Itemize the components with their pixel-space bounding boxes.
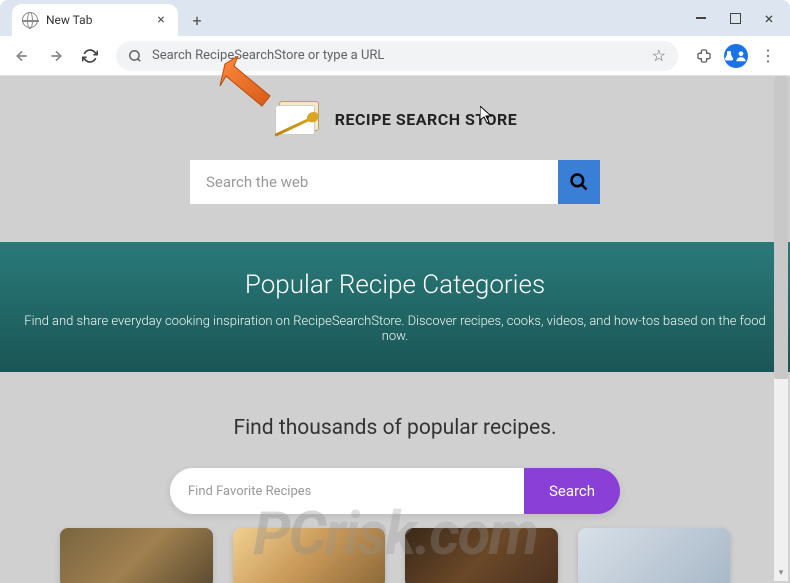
maximize-button[interactable] xyxy=(720,4,750,32)
recipe-card[interactable] xyxy=(405,528,558,583)
search-icon xyxy=(569,172,589,192)
recipe-card[interactable] xyxy=(233,528,386,583)
minimize-button[interactable] xyxy=(686,4,716,32)
page-content: RECIPE SEARCH STORE Search the web Popul… xyxy=(0,76,790,583)
banner-subtitle: Find and share everyday cooking inspirat… xyxy=(20,314,770,344)
recipes-heading: Find thousands of popular recipes. xyxy=(0,416,790,440)
logo-section: RECIPE SEARCH STORE xyxy=(0,76,790,156)
new-tab-button[interactable]: + xyxy=(184,7,210,33)
scroll-thumb[interactable] xyxy=(774,76,788,379)
close-window-button[interactable]: × xyxy=(754,4,784,32)
logo-text: RECIPE SEARCH STORE xyxy=(335,110,518,129)
recipe-search-button[interactable]: Search xyxy=(524,468,620,514)
bookmark-star-icon[interactable]: ☆ xyxy=(652,46,666,65)
globe-icon xyxy=(22,12,38,28)
arrow-right-icon xyxy=(48,48,64,64)
menu-button[interactable]: ⋮ xyxy=(754,42,782,70)
logo-image xyxy=(273,97,325,141)
extensions-button[interactable] xyxy=(690,42,718,70)
puzzle-icon xyxy=(696,48,712,64)
main-search-bar: Search the web xyxy=(190,160,600,204)
toolbar: Search RecipeSearchStore or type a URL ☆… xyxy=(0,36,790,76)
scrollbar[interactable]: ▾ xyxy=(774,76,788,581)
titlebar: New Tab × + × xyxy=(0,0,790,36)
browser-window: New Tab × + × Search RecipeSearchStore o… xyxy=(0,0,790,583)
browser-tab[interactable]: New Tab × xyxy=(12,4,178,36)
reload-button[interactable] xyxy=(76,42,104,70)
close-tab-icon[interactable]: × xyxy=(154,13,168,27)
banner-title: Popular Recipe Categories xyxy=(245,270,545,300)
back-button[interactable] xyxy=(8,42,36,70)
recipe-card[interactable] xyxy=(578,528,731,583)
main-search-input[interactable]: Search the web xyxy=(190,160,558,204)
recipes-section: Find thousands of popular recipes. Find … xyxy=(0,372,790,583)
scroll-down-arrow[interactable]: ▾ xyxy=(774,565,788,581)
omnibox-placeholder: Search RecipeSearchStore or type a URL xyxy=(152,48,642,63)
recipe-card[interactable] xyxy=(60,528,213,583)
search-icon xyxy=(128,49,142,63)
forward-button[interactable] xyxy=(42,42,70,70)
profile-button[interactable] xyxy=(724,44,748,68)
main-search-button[interactable] xyxy=(558,160,600,204)
recipe-search-input[interactable]: Find Favorite Recipes xyxy=(170,468,524,514)
tab-title: New Tab xyxy=(46,13,146,27)
reload-icon xyxy=(82,48,98,64)
person-icon xyxy=(734,49,748,63)
recipe-search-bar: Find Favorite Recipes Search xyxy=(170,468,620,514)
recipe-cards xyxy=(0,528,790,583)
omnibox[interactable]: Search RecipeSearchStore or type a URL ☆ xyxy=(116,41,678,71)
arrow-left-icon xyxy=(14,48,30,64)
category-banner: Popular Recipe Categories Find and share… xyxy=(0,242,790,372)
window-controls: × xyxy=(686,0,784,36)
